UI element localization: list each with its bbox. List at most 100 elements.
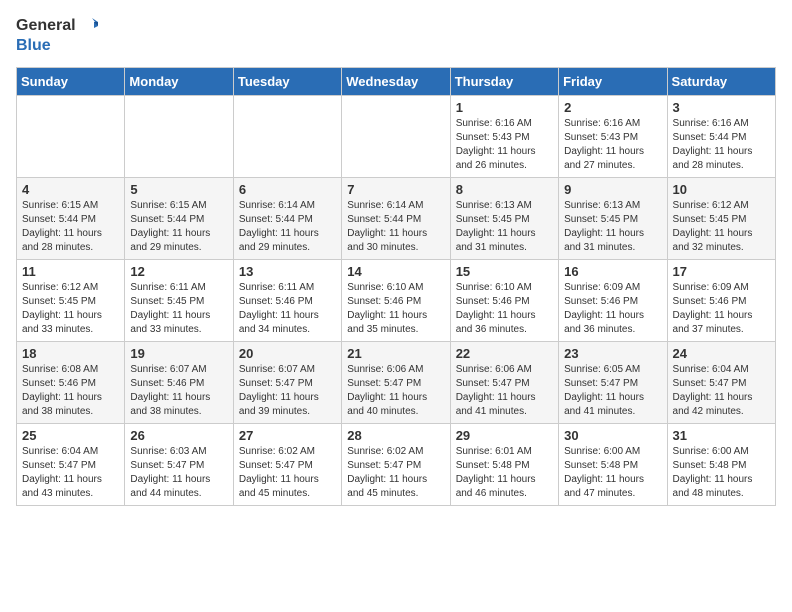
week-row-5: 25 Sunrise: 6:04 AM Sunset: 5:47 PM Dayli… — [17, 424, 776, 506]
day-info: Sunrise: 6:03 AM Sunset: 5:47 PM Dayligh… — [130, 445, 227, 501]
day-info: Sunrise: 6:11 AM Sunset: 5:46 PM Dayligh… — [239, 281, 336, 337]
day-number: 31 — [673, 428, 770, 443]
day-info: Sunrise: 6:07 AM Sunset: 5:47 PM Dayligh… — [239, 363, 336, 419]
day-cell: 27Sunrise: 6:02 AM Sunset: 5:47 PM Dayli… — [233, 424, 341, 506]
day-number: 21 — [347, 346, 444, 361]
day-info: Sunrise: 6:13 AM Sunset: 5:45 PM Dayligh… — [564, 199, 661, 255]
day-info: Sunrise: 6:12 AM Sunset: 5:45 PM Dayligh… — [22, 281, 119, 337]
day-cell: 12 Sunrise: 6:11 AM Sunset: 5:45 PM Dayli… — [125, 260, 233, 342]
day-number: 30 — [564, 428, 661, 443]
week-row-2: 4 Sunrise: 6:15 AM Sunset: 5:44 PM Daylig… — [17, 178, 776, 260]
day-number: 2 — [564, 100, 661, 115]
day-number: 3 — [673, 100, 770, 115]
day-number: 14 — [347, 264, 444, 279]
col-header-tuesday: Tuesday — [233, 68, 341, 96]
day-number: 22 — [456, 346, 553, 361]
day-cell: 8 Sunrise: 6:13 AM Sunset: 5:45 PM Daylig… — [450, 178, 558, 260]
day-info: Sunrise: 6:10 AM Sunset: 5:46 PM Dayligh… — [456, 281, 553, 337]
logo: General Blue — [16, 16, 98, 55]
week-row-1: 1 Sunrise: 6:16 AM Sunset: 5:43 PM Daylig… — [17, 96, 776, 178]
day-info: Sunrise: 6:00 AM Sunset: 5:48 PM Dayligh… — [673, 445, 770, 501]
day-cell — [233, 96, 341, 178]
day-cell: 24Sunrise: 6:04 AM Sunset: 5:47 PM Dayli… — [667, 342, 775, 424]
day-cell — [125, 96, 233, 178]
day-number: 12 — [130, 264, 227, 279]
day-info: Sunrise: 6:06 AM Sunset: 5:47 PM Dayligh… — [347, 363, 444, 419]
day-cell: 23Sunrise: 6:05 AM Sunset: 5:47 PM Dayli… — [559, 342, 667, 424]
col-header-saturday: Saturday — [667, 68, 775, 96]
day-cell: 16 Sunrise: 6:09 AM Sunset: 5:46 PM Dayli… — [559, 260, 667, 342]
week-row-4: 18 Sunrise: 6:08 AM Sunset: 5:46 PM Dayli… — [17, 342, 776, 424]
day-cell: 10 Sunrise: 6:12 AM Sunset: 5:45 PM Dayli… — [667, 178, 775, 260]
day-info: Sunrise: 6:16 AM Sunset: 5:43 PM Dayligh… — [564, 117, 661, 173]
day-cell: 18 Sunrise: 6:08 AM Sunset: 5:46 PM Dayli… — [17, 342, 125, 424]
day-info: Sunrise: 6:05 AM Sunset: 5:47 PM Dayligh… — [564, 363, 661, 419]
day-cell: 9 Sunrise: 6:13 AM Sunset: 5:45 PM Daylig… — [559, 178, 667, 260]
day-info: Sunrise: 6:09 AM Sunset: 5:46 PM Dayligh… — [564, 281, 661, 337]
day-cell: 4 Sunrise: 6:15 AM Sunset: 5:44 PM Daylig… — [17, 178, 125, 260]
logo-blue: Blue — [16, 36, 98, 55]
day-cell: 30 Sunrise: 6:00 AM Sunset: 5:48 PM Dayli… — [559, 424, 667, 506]
day-info: Sunrise: 6:08 AM Sunset: 5:46 PM Dayligh… — [22, 363, 119, 419]
day-info: Sunrise: 6:16 AM Sunset: 5:44 PM Dayligh… — [673, 117, 770, 173]
day-number: 15 — [456, 264, 553, 279]
col-header-sunday: Sunday — [17, 68, 125, 96]
day-info: Sunrise: 6:06 AM Sunset: 5:47 PM Dayligh… — [456, 363, 553, 419]
logo-general: General — [16, 16, 76, 35]
logo-bird-icon — [78, 16, 98, 36]
day-info: Sunrise: 6:12 AM Sunset: 5:45 PM Dayligh… — [673, 199, 770, 255]
day-info: Sunrise: 6:04 AM Sunset: 5:47 PM Dayligh… — [22, 445, 119, 501]
day-cell: 6Sunrise: 6:14 AM Sunset: 5:44 PM Daylig… — [233, 178, 341, 260]
day-number: 1 — [456, 100, 553, 115]
day-info: Sunrise: 6:00 AM Sunset: 5:48 PM Dayligh… — [564, 445, 661, 501]
day-info: Sunrise: 6:02 AM Sunset: 5:47 PM Dayligh… — [239, 445, 336, 501]
day-cell: 26 Sunrise: 6:03 AM Sunset: 5:47 PM Dayli… — [125, 424, 233, 506]
col-header-monday: Monday — [125, 68, 233, 96]
col-header-thursday: Thursday — [450, 68, 558, 96]
calendar-table: SundayMondayTuesdayWednesdayThursdayFrid… — [16, 67, 776, 506]
day-cell — [342, 96, 450, 178]
day-number: 5 — [130, 182, 227, 197]
day-info: Sunrise: 6:14 AM Sunset: 5:44 PM Dayligh… — [347, 199, 444, 255]
day-number: 7 — [347, 182, 444, 197]
day-number: 11 — [22, 264, 119, 279]
day-info: Sunrise: 6:10 AM Sunset: 5:46 PM Dayligh… — [347, 281, 444, 337]
day-cell: 11 Sunrise: 6:12 AM Sunset: 5:45 PM Dayli… — [17, 260, 125, 342]
day-cell: 13 Sunrise: 6:11 AM Sunset: 5:46 PM Dayli… — [233, 260, 341, 342]
day-number: 24 — [673, 346, 770, 361]
day-number: 29 — [456, 428, 553, 443]
day-info: Sunrise: 6:16 AM Sunset: 5:43 PM Dayligh… — [456, 117, 553, 173]
day-number: 13 — [239, 264, 336, 279]
day-info: Sunrise: 6:14 AM Sunset: 5:44 PM Dayligh… — [239, 199, 336, 255]
day-number: 26 — [130, 428, 227, 443]
day-cell: 25 Sunrise: 6:04 AM Sunset: 5:47 PM Dayli… — [17, 424, 125, 506]
day-number: 10 — [673, 182, 770, 197]
day-info: Sunrise: 6:09 AM Sunset: 5:46 PM Dayligh… — [673, 281, 770, 337]
day-cell: 5 Sunrise: 6:15 AM Sunset: 5:44 PM Daylig… — [125, 178, 233, 260]
logo-container: General Blue — [16, 16, 98, 55]
day-cell: 1 Sunrise: 6:16 AM Sunset: 5:43 PM Daylig… — [450, 96, 558, 178]
day-cell: 20Sunrise: 6:07 AM Sunset: 5:47 PM Dayli… — [233, 342, 341, 424]
day-number: 4 — [22, 182, 119, 197]
day-number: 25 — [22, 428, 119, 443]
day-number: 9 — [564, 182, 661, 197]
page-header: General Blue — [16, 16, 776, 55]
day-cell: 31 Sunrise: 6:00 AM Sunset: 5:48 PM Dayli… — [667, 424, 775, 506]
header-row: SundayMondayTuesdayWednesdayThursdayFrid… — [17, 68, 776, 96]
day-number: 18 — [22, 346, 119, 361]
day-info: Sunrise: 6:15 AM Sunset: 5:44 PM Dayligh… — [130, 199, 227, 255]
day-number: 28 — [347, 428, 444, 443]
week-row-3: 11 Sunrise: 6:12 AM Sunset: 5:45 PM Dayli… — [17, 260, 776, 342]
day-cell: 17Sunrise: 6:09 AM Sunset: 5:46 PM Dayli… — [667, 260, 775, 342]
day-number: 16 — [564, 264, 661, 279]
day-cell: 21 Sunrise: 6:06 AM Sunset: 5:47 PM Dayli… — [342, 342, 450, 424]
day-cell: 19Sunrise: 6:07 AM Sunset: 5:46 PM Dayli… — [125, 342, 233, 424]
day-cell: 3 Sunrise: 6:16 AM Sunset: 5:44 PM Daylig… — [667, 96, 775, 178]
day-cell: 2 Sunrise: 6:16 AM Sunset: 5:43 PM Daylig… — [559, 96, 667, 178]
day-cell: 29Sunrise: 6:01 AM Sunset: 5:48 PM Dayli… — [450, 424, 558, 506]
day-info: Sunrise: 6:13 AM Sunset: 5:45 PM Dayligh… — [456, 199, 553, 255]
day-number: 8 — [456, 182, 553, 197]
day-info: Sunrise: 6:15 AM Sunset: 5:44 PM Dayligh… — [22, 199, 119, 255]
day-number: 19 — [130, 346, 227, 361]
day-info: Sunrise: 6:11 AM Sunset: 5:45 PM Dayligh… — [130, 281, 227, 337]
